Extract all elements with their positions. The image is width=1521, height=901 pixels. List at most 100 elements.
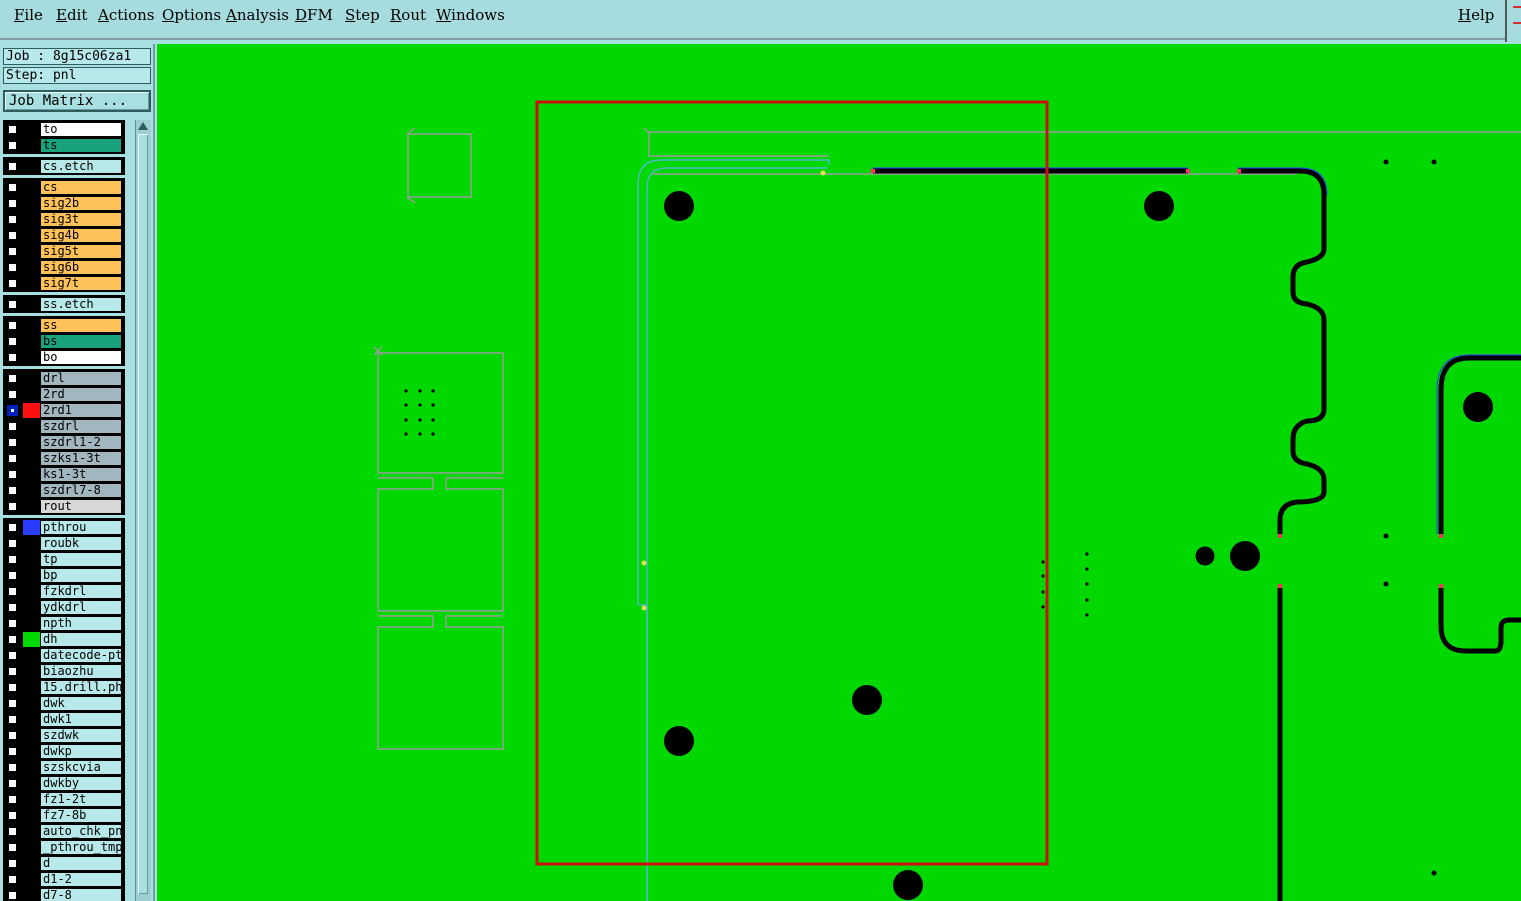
layer-color-swatch[interactable] [23,536,40,551]
layer-color-swatch[interactable] [23,744,40,759]
layer-checkbox[interactable] [7,299,18,310]
layer-checkbox[interactable] [7,666,18,677]
layer-color-swatch[interactable] [23,520,40,535]
layer-color-swatch[interactable] [23,180,40,195]
layer-name[interactable]: fzkdrl [40,584,122,599]
layer-name[interactable]: dh [40,632,122,647]
layer-color-swatch[interactable] [23,334,40,349]
layer-row[interactable]: 15.drill.pho [5,680,125,695]
menu-step[interactable]: Step [345,6,380,24]
layer-checkbox[interactable] [7,858,18,869]
layer-color-swatch[interactable] [23,584,40,599]
layer-name[interactable]: fz1-2t [40,792,122,807]
layer-row[interactable]: bs [5,334,125,349]
layer-name[interactable]: auto_chk_pn [40,824,122,839]
layer-color-swatch[interactable] [23,840,40,855]
menu-options[interactable]: Options [162,6,221,24]
layer-row[interactable]: bp [5,568,125,583]
layer-name[interactable]: sig2b [40,196,122,211]
layer-checkbox[interactable] [7,538,18,549]
layer-row[interactable]: datecode-pto [5,648,125,663]
layer-name[interactable]: d [40,856,122,871]
layer-color-swatch[interactable] [23,648,40,663]
layer-row[interactable]: sig5t [5,244,125,259]
layer-row[interactable]: ydkdrl [5,600,125,615]
layer-name[interactable]: szskcvia [40,760,122,775]
layer-row[interactable]: tp [5,552,125,567]
layer-row[interactable]: szdrl [5,419,125,434]
layer-checkbox[interactable] [7,842,18,853]
layer-row[interactable]: fz7-8b [5,808,125,823]
layer-color-swatch[interactable] [23,212,40,227]
layer-name[interactable]: ts [40,138,122,153]
layer-checkbox[interactable] [7,278,18,289]
scroll-up-arrow-icon[interactable] [138,122,148,130]
layer-checkbox[interactable] [7,730,18,741]
layer-color-swatch[interactable] [23,776,40,791]
layer-checkbox[interactable] [7,389,18,400]
layer-color-swatch[interactable] [23,387,40,402]
layer-checkbox[interactable] [7,336,18,347]
layer-row[interactable]: szks1-3t [5,451,125,466]
layer-name[interactable]: cs [40,180,122,195]
layer-color-swatch[interactable] [23,808,40,823]
layer-row[interactable]: dwk1 [5,712,125,727]
layer-checkbox[interactable] [7,554,18,565]
layer-checkbox[interactable] [7,246,18,257]
layer-row[interactable]: sig2b [5,196,125,211]
layer-color-swatch[interactable] [23,792,40,807]
layer-checkbox[interactable] [7,421,18,432]
layer-row[interactable]: to [5,122,125,137]
layer-row[interactable]: auto_chk_pn [5,824,125,839]
layer-name[interactable]: tp [40,552,122,567]
layer-name[interactable]: dwk [40,696,122,711]
layer-color-swatch[interactable] [23,159,40,174]
layer-name[interactable]: biaozhu [40,664,122,679]
layer-row[interactable]: 2rd [5,387,125,402]
layer-name[interactable]: dwkby [40,776,122,791]
layer-checkbox[interactable] [7,501,18,512]
layer-name[interactable]: sig7t [40,276,122,291]
layer-name[interactable]: sig5t [40,244,122,259]
layer-row[interactable]: _pthrou_tmp [5,840,125,855]
layer-checkbox[interactable] [7,161,18,172]
layer-name[interactable]: pthrou [40,520,122,535]
layer-color-swatch[interactable] [23,122,40,137]
layer-name[interactable]: datecode-pto [40,648,122,663]
layer-name[interactable]: ks1-3t [40,467,122,482]
menu-dfm[interactable]: DFM [295,6,333,24]
layer-checkbox[interactable] [7,682,18,693]
layer-name[interactable]: sig4b [40,228,122,243]
layer-name[interactable]: 2rd [40,387,122,402]
layer-color-swatch[interactable] [23,856,40,871]
layer-name[interactable]: fz7-8b [40,808,122,823]
layer-row[interactable]: rout [5,499,125,514]
layer-name[interactable]: npth [40,616,122,631]
layer-color-swatch[interactable] [23,499,40,514]
layer-name[interactable]: dwk1 [40,712,122,727]
layer-checkbox[interactable] [7,469,18,480]
layer-color-swatch[interactable] [23,371,40,386]
layer-row[interactable]: dwk [5,696,125,711]
layer-checkbox[interactable] [7,453,18,464]
layer-color-swatch[interactable] [23,318,40,333]
layer-name[interactable]: roubk [40,536,122,551]
layer-checkbox[interactable] [7,794,18,805]
layer-color-swatch[interactable] [23,419,40,434]
layer-color-swatch[interactable] [23,435,40,450]
layer-name[interactable]: sig6b [40,260,122,275]
layer-row[interactable]: ss [5,318,125,333]
layer-checkbox[interactable] [7,650,18,661]
layer-color-swatch[interactable] [23,276,40,291]
board-view[interactable] [157,44,1521,901]
layer-name[interactable]: szdrl [40,419,122,434]
layer-name[interactable]: szdrl1-2 [40,435,122,450]
layer-name[interactable]: szdrl7-8 [40,483,122,498]
layer-name[interactable]: bo [40,350,122,365]
layer-row[interactable]: bo [5,350,125,365]
layer-checkbox[interactable] [7,214,18,225]
layer-row[interactable]: npth [5,616,125,631]
layer-checkbox[interactable] [7,634,18,645]
menu-help[interactable]: Help [1458,6,1494,24]
layer-color-swatch[interactable] [23,467,40,482]
